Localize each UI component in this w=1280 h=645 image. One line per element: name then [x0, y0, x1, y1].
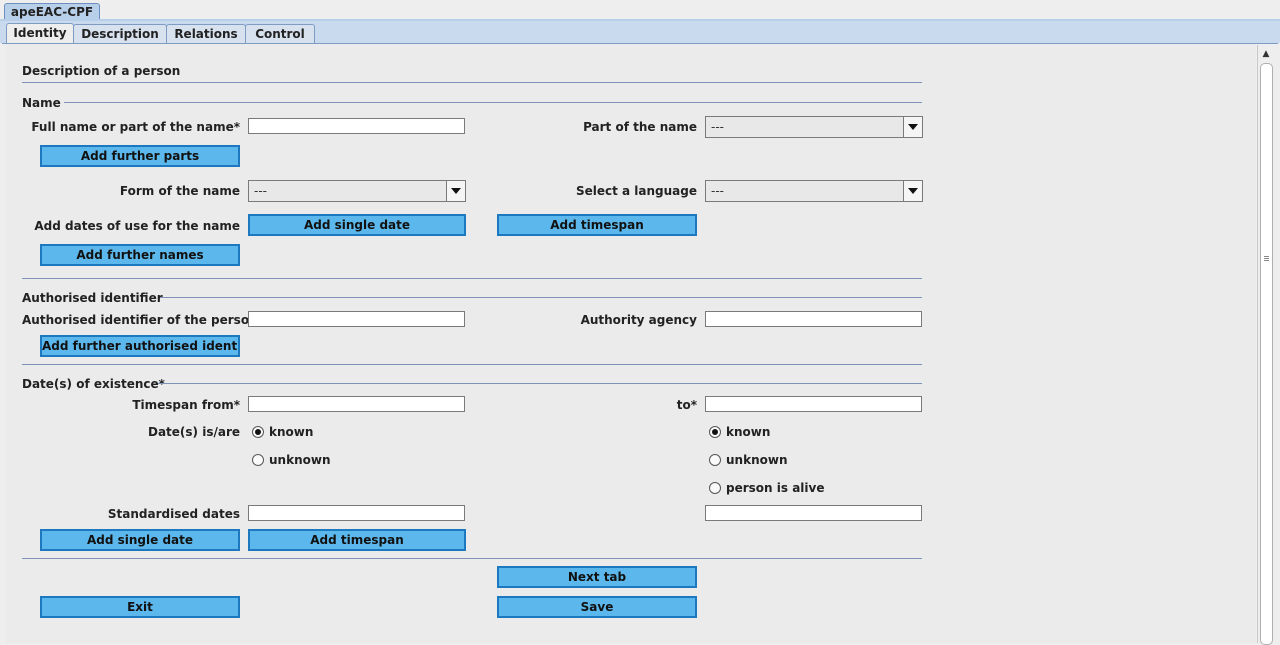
divider — [64, 102, 922, 103]
from-known-label[interactable]: known — [269, 425, 313, 439]
save-button[interactable]: Save — [497, 596, 697, 618]
timespan-from-label: Timespan from* — [132, 398, 240, 412]
chevron-down-icon[interactable] — [446, 181, 465, 201]
to-known-label[interactable]: known — [726, 425, 770, 439]
from-unknown-label[interactable]: unknown — [269, 453, 330, 467]
grip-line — [1264, 260, 1269, 261]
add-timespan-button[interactable]: Add timespan — [497, 214, 697, 236]
scrollbar-thumb[interactable] — [1260, 63, 1273, 645]
window-tab-apeeac-cpf[interactable]: apeEAC-CPF — [4, 3, 100, 20]
next-tab-button[interactable]: Next tab — [497, 566, 697, 588]
add-timespan-button[interactable]: Add timespan — [248, 529, 466, 551]
form-of-name-label: Form of the name — [119, 184, 240, 198]
part-of-name-value: --- — [711, 120, 724, 134]
full-name-label: Full name or part of the name* — [31, 120, 240, 134]
language-value: --- — [711, 184, 724, 198]
to-unknown-label[interactable]: unknown — [726, 453, 787, 467]
standardised-to-field[interactable] — [705, 505, 922, 521]
divider — [22, 278, 922, 279]
from-unknown-radio[interactable] — [252, 454, 264, 466]
authority-agency-label: Authority agency — [580, 313, 697, 327]
tab-description[interactable]: Description — [73, 24, 167, 43]
add-further-authorised-identifier-button[interactable]: Add further authorised identi... — [40, 335, 240, 357]
add-single-date-button[interactable]: Add single date — [248, 214, 466, 236]
authorised-identifier-field[interactable] — [248, 311, 465, 327]
standardised-dates-label: Standardised dates — [107, 507, 240, 521]
person-alive-label[interactable]: person is alive — [726, 481, 824, 495]
scroll-up-icon[interactable]: ▲ — [1259, 47, 1273, 61]
authorised-identifier-label: Authorised identifier of the person — [22, 313, 258, 327]
chevron-down-icon[interactable] — [903, 117, 922, 137]
grip-line — [1264, 256, 1269, 257]
grip-line — [1264, 258, 1269, 259]
timespan-to-label: to* — [676, 398, 697, 412]
divider — [22, 82, 922, 83]
existence-section-title: Date(s) of existence* — [22, 377, 165, 391]
to-unknown-radio[interactable] — [709, 454, 721, 466]
select-language-label: Select a language — [575, 184, 697, 198]
vertical-scrollbar[interactable]: ▲ — [1257, 45, 1274, 645]
dates-of-use-label: Add dates of use for the name — [34, 219, 240, 233]
divider — [22, 364, 922, 365]
timespan-to-field[interactable] — [705, 396, 922, 412]
date-status-label: Date(s) is/are — [147, 425, 240, 439]
authorised-identifier-section-title: Authorised identifier — [22, 291, 163, 305]
authority-agency-field[interactable] — [705, 311, 922, 327]
to-known-radio[interactable] — [709, 426, 721, 438]
full-name-field[interactable] — [248, 118, 465, 134]
chevron-down-icon[interactable] — [903, 181, 922, 201]
add-single-date-button[interactable]: Add single date — [40, 529, 240, 551]
divider — [22, 558, 922, 559]
part-of-name-label: Part of the name — [583, 120, 697, 134]
tab-identity[interactable]: Identity — [6, 23, 74, 44]
timespan-from-field[interactable] — [248, 396, 465, 412]
add-further-names-button[interactable]: Add further names — [40, 244, 240, 266]
person-alive-radio[interactable] — [709, 482, 721, 494]
part-of-name-select[interactable]: --- — [705, 116, 923, 138]
form-of-name-value: --- — [254, 184, 267, 198]
tab-control[interactable]: Control — [245, 24, 315, 43]
language-select[interactable]: --- — [705, 180, 923, 202]
from-known-radio[interactable] — [252, 426, 264, 438]
standardised-from-field[interactable] — [248, 505, 465, 521]
form-of-name-select[interactable]: --- — [248, 180, 466, 202]
divider — [160, 297, 922, 298]
divider — [158, 383, 922, 384]
add-further-parts-button[interactable]: Add further parts — [40, 145, 240, 167]
name-section-title: Name — [22, 96, 61, 110]
tab-relations[interactable]: Relations — [166, 24, 246, 43]
page-title: Description of a person — [22, 64, 181, 78]
exit-button[interactable]: Exit — [40, 596, 240, 618]
